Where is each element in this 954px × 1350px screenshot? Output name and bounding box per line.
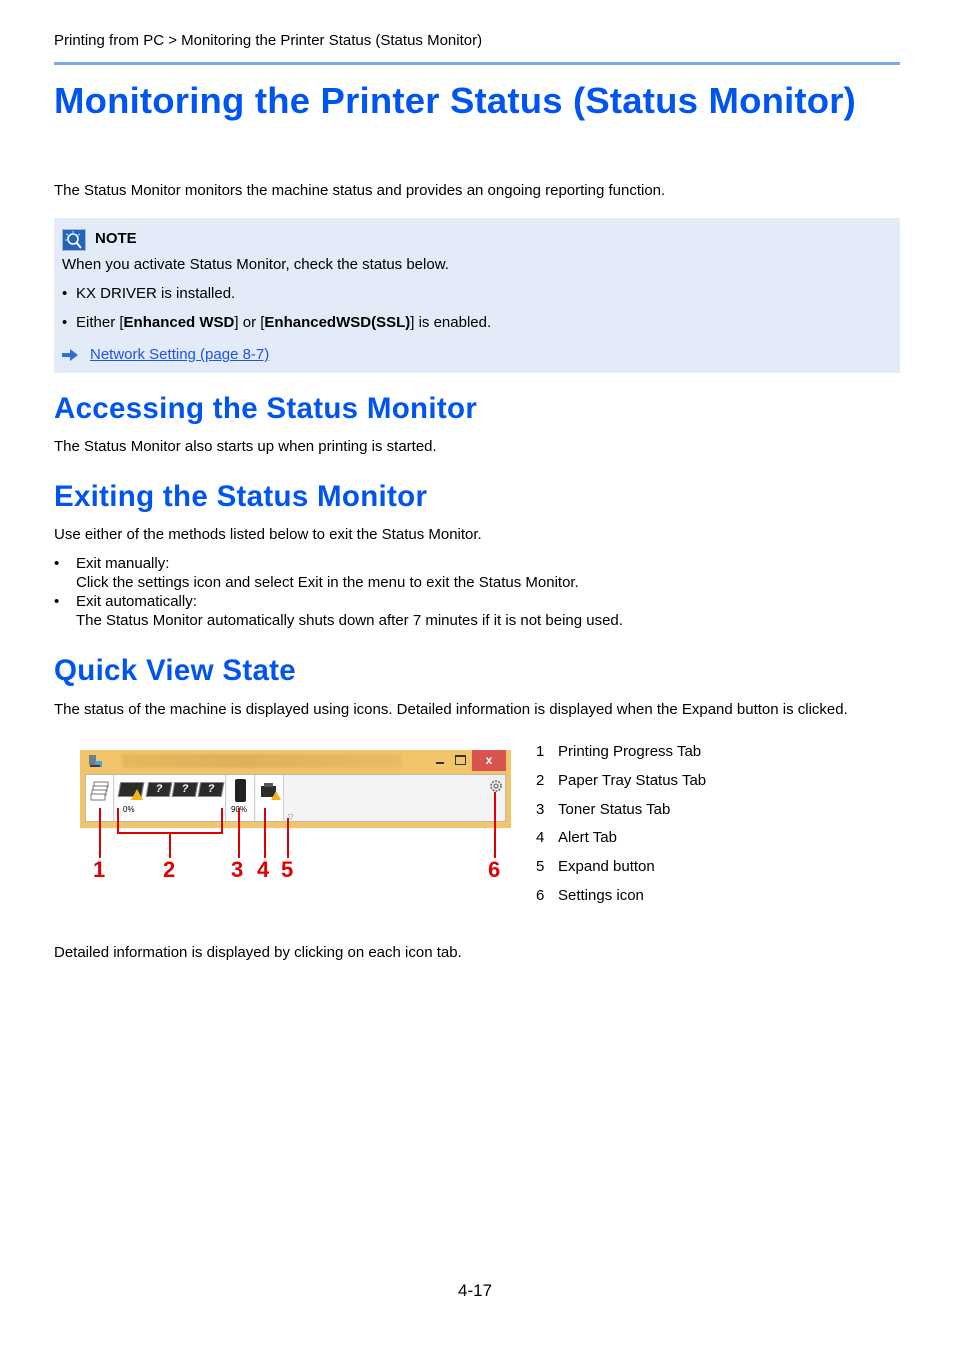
callout-line-1: [99, 808, 101, 858]
legend-item: 2 Paper Tray Status Tab: [536, 772, 706, 789]
callout-1: 1: [93, 857, 106, 882]
legend-num: 2: [536, 772, 545, 789]
legend-num: 1: [536, 743, 545, 760]
legend-num: 4: [536, 829, 545, 846]
enhanced-wsd-label: Enhanced WSD: [123, 314, 235, 331]
legend-item: 1 Printing Progress Tab: [536, 743, 701, 760]
toner-cartridge-icon: [235, 779, 246, 802]
callout-2: 2: [163, 857, 176, 882]
legend-item: 3 Toner Status Tab: [536, 801, 670, 818]
legend-label: Expand button: [558, 858, 655, 875]
note-lightbulb-icon: [62, 229, 86, 251]
callout-line-5: [287, 818, 289, 858]
note-text: Either [: [76, 314, 124, 331]
exit-item-label: Exit automatically:: [76, 593, 197, 610]
arrow-icon: [62, 348, 78, 366]
callout-line-6: [494, 792, 496, 858]
exit-item-detail: The Status Monitor automatically shuts d…: [76, 612, 623, 629]
warning-icon: [131, 789, 143, 800]
paper-tray-unknown-icon: ?: [197, 782, 225, 797]
document-stack-icon: [90, 781, 110, 808]
quickview-text: The status of the machine is displayed u…: [54, 701, 848, 718]
note-bullet-text: KX DRIVER is installed.: [76, 285, 236, 302]
legend-label: Settings icon: [558, 887, 644, 904]
callout-line-2: [169, 834, 171, 858]
quickview-footer: Detailed information is displayed by cli…: [54, 944, 462, 961]
callout-bracket-2: [117, 808, 223, 834]
note-lead: When you activate Status Monitor, check …: [62, 256, 449, 273]
legend-item: 4 Alert Tab: [536, 829, 617, 846]
callout-5: 5: [281, 857, 294, 882]
quickview-heading: Quick View State: [54, 654, 296, 687]
paper-tray-unknown-icon: ?: [145, 782, 173, 797]
exiting-text: Use either of the methods listed below t…: [54, 526, 482, 543]
close-button[interactable]: x: [472, 750, 506, 771]
exiting-heading: Exiting the Status Monitor: [54, 480, 428, 513]
accessing-heading: Accessing the Status Monitor: [54, 392, 478, 425]
legend-label: Printing Progress Tab: [558, 743, 702, 760]
printer-app-icon: [87, 753, 103, 774]
header-rule: [54, 62, 900, 65]
window-title-blurred: [122, 754, 402, 768]
alert-tab[interactable]: [256, 775, 284, 821]
exit-item: • Exit manually: Click the settings icon …: [54, 555, 623, 629]
exit-item-detail: Click the settings icon and select Exit …: [76, 574, 579, 591]
legend-num: 6: [536, 887, 545, 904]
note-heading: NOTE: [95, 230, 137, 247]
printer-alert-icon: [259, 780, 281, 807]
page-title: Monitoring the Printer Status (Status Mo…: [54, 80, 857, 121]
note-text: ] is enabled.: [410, 314, 492, 331]
note-bullet: • Either [Enhanced WSD] or [EnhancedWSD(S…: [62, 314, 492, 331]
enhanced-wsd-ssl-label: EnhancedWSD(SSL): [264, 314, 411, 331]
callout-3: 3: [231, 857, 244, 882]
legend-item: 5 Expand button: [536, 858, 655, 875]
legend-num: 3: [536, 801, 545, 818]
callout-6: 6: [488, 857, 501, 882]
breadcrumb: Printing from PC > Monitoring the Printe…: [54, 32, 483, 49]
legend-label: Alert Tab: [558, 829, 617, 846]
minimize-button[interactable]: [436, 754, 444, 764]
exit-item-label: Exit manually:: [76, 555, 170, 572]
legend-label: Paper Tray Status Tab: [558, 772, 707, 789]
page-number: 4-17: [458, 1281, 493, 1300]
legend-label: Toner Status Tab: [558, 801, 671, 818]
note-bullet: • KX DRIVER is installed.: [62, 285, 236, 302]
callout-4: 4: [257, 857, 270, 882]
paper-tray-unknown-icon: ?: [171, 782, 199, 797]
accessing-text: The Status Monitor also starts up when p…: [54, 438, 437, 455]
callout-line-3: [238, 808, 240, 858]
maximize-button[interactable]: [455, 755, 466, 765]
note-text: ] or [: [234, 314, 265, 331]
toner-status-tab[interactable]: 90%: [227, 775, 255, 821]
legend-item: 6 Settings icon: [536, 887, 644, 904]
intro-text: The Status Monitor monitors the machine …: [54, 182, 666, 199]
network-setting-link[interactable]: Network Setting (page 8-7): [90, 345, 269, 364]
legend-num: 5: [536, 858, 545, 875]
note-box: NOTE When you activate Status Monitor, c…: [54, 218, 900, 373]
callout-line-4: [264, 808, 266, 858]
settings-gear-icon[interactable]: [488, 778, 504, 799]
